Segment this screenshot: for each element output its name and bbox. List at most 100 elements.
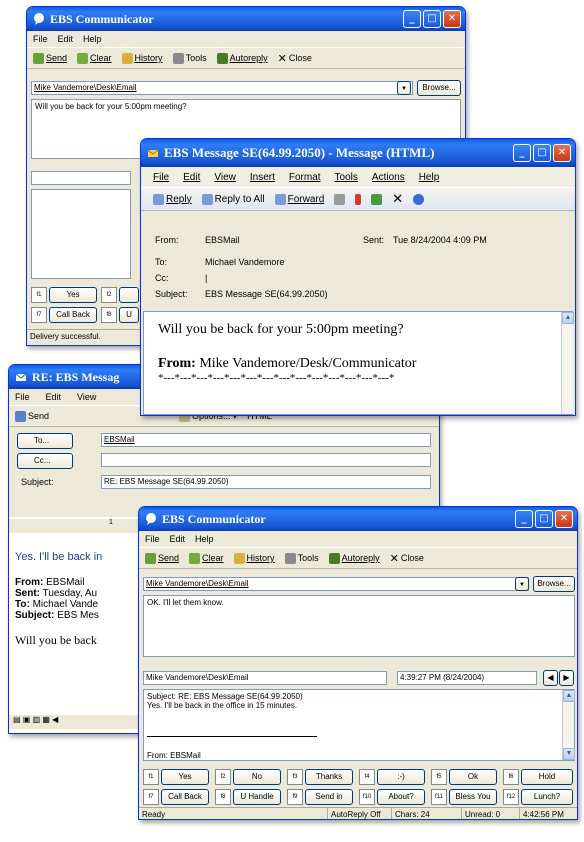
quick-yes-button[interactable]: Yes [161,769,209,785]
menu-help[interactable]: Help [419,172,440,183]
body-scrollbar[interactable]: ▲ [561,312,574,414]
history-button[interactable]: History [121,52,163,64]
quick-bless-you-button[interactable]: Bless You [449,789,497,805]
x-icon: ✕ [277,52,287,65]
minimize-button[interactable]: _ [513,144,531,162]
quick-send-in-button[interactable]: Send in [305,789,353,805]
close-button[interactable]: ✕ [555,510,573,528]
print-icon[interactable] [334,193,346,205]
subject-field[interactable]: RE: EBS Message SE(64.99.2050) [101,475,431,489]
close-tool-button[interactable]: ✕ Close [278,52,312,65]
title-bar[interactable]: EBS Message SE(64.99.2050) - Message (HT… [141,139,575,167]
title-bar[interactable]: EBS Communicator _ □ ✕ [27,7,465,31]
menu-edit[interactable]: Edit [183,172,200,183]
menu-help[interactable]: Help [83,34,102,44]
maximize-button[interactable]: □ [423,10,441,28]
reply-button[interactable]: Reply [153,193,192,205]
maximize-button[interactable]: □ [535,510,553,528]
menu-insert[interactable]: Insert [250,172,275,183]
history-scrollbar[interactable]: ▲ ▼ [562,690,575,760]
call-back-button[interactable]: Call Back [49,307,97,323]
menu-edit[interactable]: Edit [58,34,74,44]
to-value: Michael Vande [32,599,99,610]
fkey-f6: f6 [503,769,519,785]
to-label: To: [15,599,30,610]
app-icon [33,13,45,25]
scroll-up-arrow[interactable]: ▲ [562,312,574,324]
fkey-f5: f5 [431,769,447,785]
fkey-f9: f9 [287,789,303,805]
menu-view[interactable]: View [214,172,236,183]
menu-edit[interactable]: Edit [170,534,186,544]
flag-icon[interactable] [355,193,362,205]
quick-hold-button[interactable]: Hold [521,769,573,785]
quick-u-handle-button[interactable]: U Handle [233,789,281,805]
menu-file[interactable]: File [153,172,169,183]
quick-about-button[interactable]: About? [377,789,425,805]
tools-button[interactable]: Tools [172,52,207,64]
address-book-icon[interactable] [371,193,383,205]
forward-button[interactable]: Forward [274,193,324,205]
menu-bar: File Edit Help [27,31,465,47]
compose-area[interactable]: OK. I'll let them know. [143,595,575,657]
recipient-dropdown[interactable]: ▼ [397,81,411,95]
scroll-up-arrow[interactable]: ▲ [563,690,575,702]
window-title: EBS Communicator [162,511,266,526]
browse-button[interactable]: Browse... [533,576,575,592]
cc-field[interactable] [101,453,431,467]
tools-button[interactable]: Tools [284,552,319,564]
fkey-f2: f2 [101,287,117,303]
send-button[interactable]: Send [145,552,179,564]
quick-lunch-button[interactable]: Lunch? [521,789,573,805]
reply-all-button[interactable]: Reply to All [201,193,265,205]
menu-file[interactable]: File [33,34,48,44]
browse-button[interactable]: Browse... [417,80,461,96]
sent-value: Tue 8/24/2004 4:09 PM [393,235,487,245]
clear-button[interactable]: Clear [189,552,224,564]
title-bar[interactable]: EBS Communicator _ □ ✕ [139,507,577,531]
send-button[interactable]: Send [33,52,67,64]
send-button[interactable]: Send [15,410,49,422]
quick-ok-button[interactable]: Ok [449,769,497,785]
close-button[interactable]: ✕ [553,144,571,162]
no-button[interactable] [119,287,139,303]
yes-button[interactable]: Yes [49,287,97,303]
maximize-button[interactable]: □ [533,144,551,162]
minimize-button[interactable]: _ [515,510,533,528]
delete-icon[interactable]: ✕ [392,191,403,207]
menu-edit[interactable]: Edit [46,392,62,402]
cc-button[interactable]: Cc... [17,453,73,469]
recipient-field[interactable]: Mike Vandemore\Desk\Email [31,81,413,95]
message-body[interactable]: Will you be back for your 5:00pm meeting… [143,311,573,415]
to-button[interactable]: To... [17,433,73,449]
quick-no-button[interactable]: No [233,769,281,785]
from-value: EBSMail [46,577,85,588]
history-divider [147,736,317,737]
clear-button[interactable]: Clear [77,52,112,64]
minimize-button[interactable]: _ [403,10,421,28]
quick-call-back-button[interactable]: Call Back [161,789,209,805]
close-tool-button[interactable]: ✕ Close [390,552,424,565]
menu-help[interactable]: Help [195,534,214,544]
recipient-field[interactable]: Mike Vandemore\Desk\Email [143,577,529,591]
recipient-dropdown[interactable]: ▼ [515,577,529,591]
quick-thanks-button[interactable]: Thanks [305,769,353,785]
to-field[interactable]: EBSMail [101,433,431,447]
menu-file[interactable]: File [15,392,30,402]
quick-smile-button[interactable]: :-) [377,769,425,785]
autoreply-button[interactable]: Autoreply [328,552,380,564]
menu-format[interactable]: Format [289,172,321,183]
history-button[interactable]: History [233,552,275,564]
history-prev-button[interactable]: ◀ [543,670,558,686]
close-button[interactable]: ✕ [443,10,461,28]
u-handle-button[interactable]: U [119,307,139,323]
help-icon[interactable] [413,193,425,205]
menu-actions[interactable]: Actions [372,172,405,183]
menu-tools[interactable]: Tools [335,172,358,183]
from-line-label: From: [158,356,196,371]
history-next-button[interactable]: ▶ [559,670,574,686]
menu-view[interactable]: View [77,392,96,402]
autoreply-button[interactable]: Autoreply [216,52,268,64]
scroll-down-arrow[interactable]: ▼ [563,748,575,760]
menu-file[interactable]: File [145,534,160,544]
